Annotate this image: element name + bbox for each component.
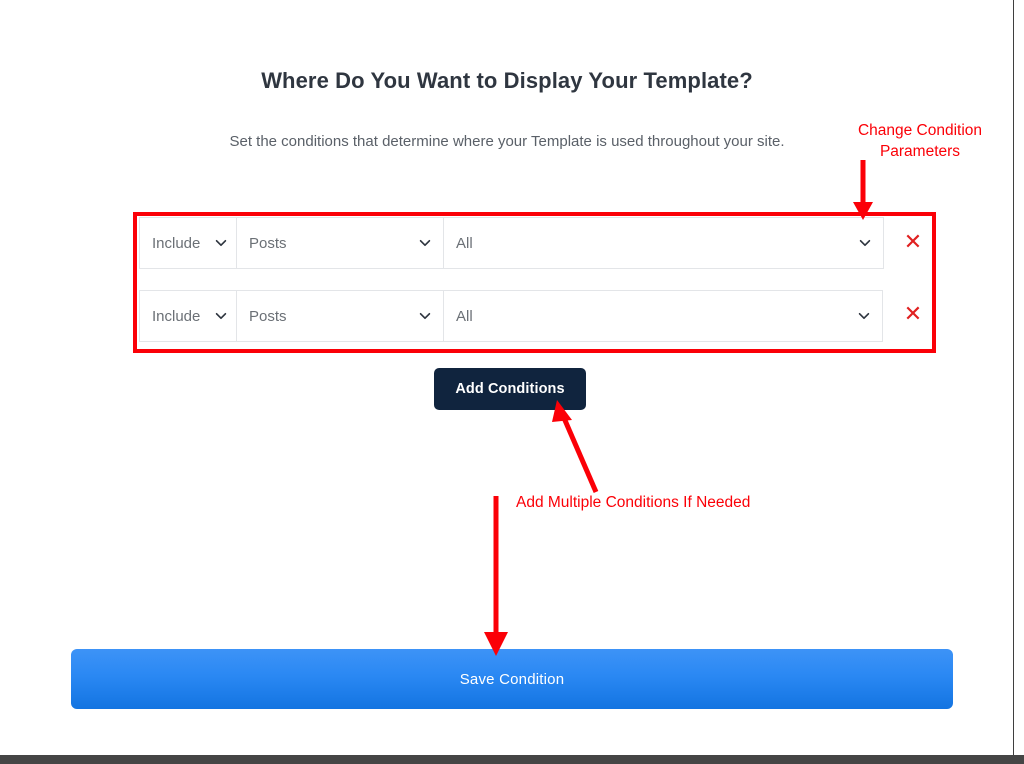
close-icon: ✕ xyxy=(903,302,923,327)
condition-include-select-0[interactable]: Include xyxy=(139,217,237,269)
close-icon: ✕ xyxy=(903,230,923,255)
chevron-down-icon xyxy=(418,236,432,250)
condition-row: Include Posts All xyxy=(139,217,884,269)
condition-value-text-1: All xyxy=(456,307,473,325)
chevron-down-icon xyxy=(857,309,871,323)
page-title: Where Do You Want to Display Your Templa… xyxy=(261,68,753,93)
save-condition-button[interactable]: Save Condition xyxy=(71,649,953,709)
page-frame: Where Do You Want to Display Your Templa… xyxy=(0,0,1014,755)
condition-type-value-1: Posts xyxy=(249,307,287,325)
add-conditions-button[interactable]: Add Conditions xyxy=(434,368,586,410)
annotation-add-multiple-conditions: Add Multiple Conditions If Needed xyxy=(516,494,751,511)
annotation-arrow-to-add-conditions xyxy=(552,400,599,493)
condition-value-text-0: All xyxy=(456,234,473,252)
annotation-arrow-to-save-condition xyxy=(484,496,508,656)
condition-type-value-0: Posts xyxy=(249,234,287,252)
page-subtitle: Set the conditions that determine where … xyxy=(229,133,785,150)
chevron-down-icon xyxy=(418,309,432,323)
chevron-down-icon xyxy=(214,309,228,323)
condition-type-select-0[interactable]: Posts xyxy=(236,217,444,269)
condition-value-select-1[interactable]: All xyxy=(443,290,883,342)
chevron-down-icon xyxy=(858,236,872,250)
condition-row: Include Posts All xyxy=(139,290,883,342)
condition-value-select-0[interactable]: All xyxy=(443,217,884,269)
condition-include-value-1: Include xyxy=(152,307,201,325)
annotation-arrow-to-conditions xyxy=(853,160,873,220)
remove-condition-button-0[interactable]: ✕ xyxy=(898,228,928,258)
condition-include-value-0: Include xyxy=(152,234,201,252)
condition-include-select-1[interactable]: Include xyxy=(139,290,237,342)
condition-type-select-1[interactable]: Posts xyxy=(236,290,444,342)
remove-condition-button-1[interactable]: ✕ xyxy=(898,300,928,330)
chevron-down-icon xyxy=(214,236,228,250)
bottom-bar xyxy=(0,755,1024,764)
